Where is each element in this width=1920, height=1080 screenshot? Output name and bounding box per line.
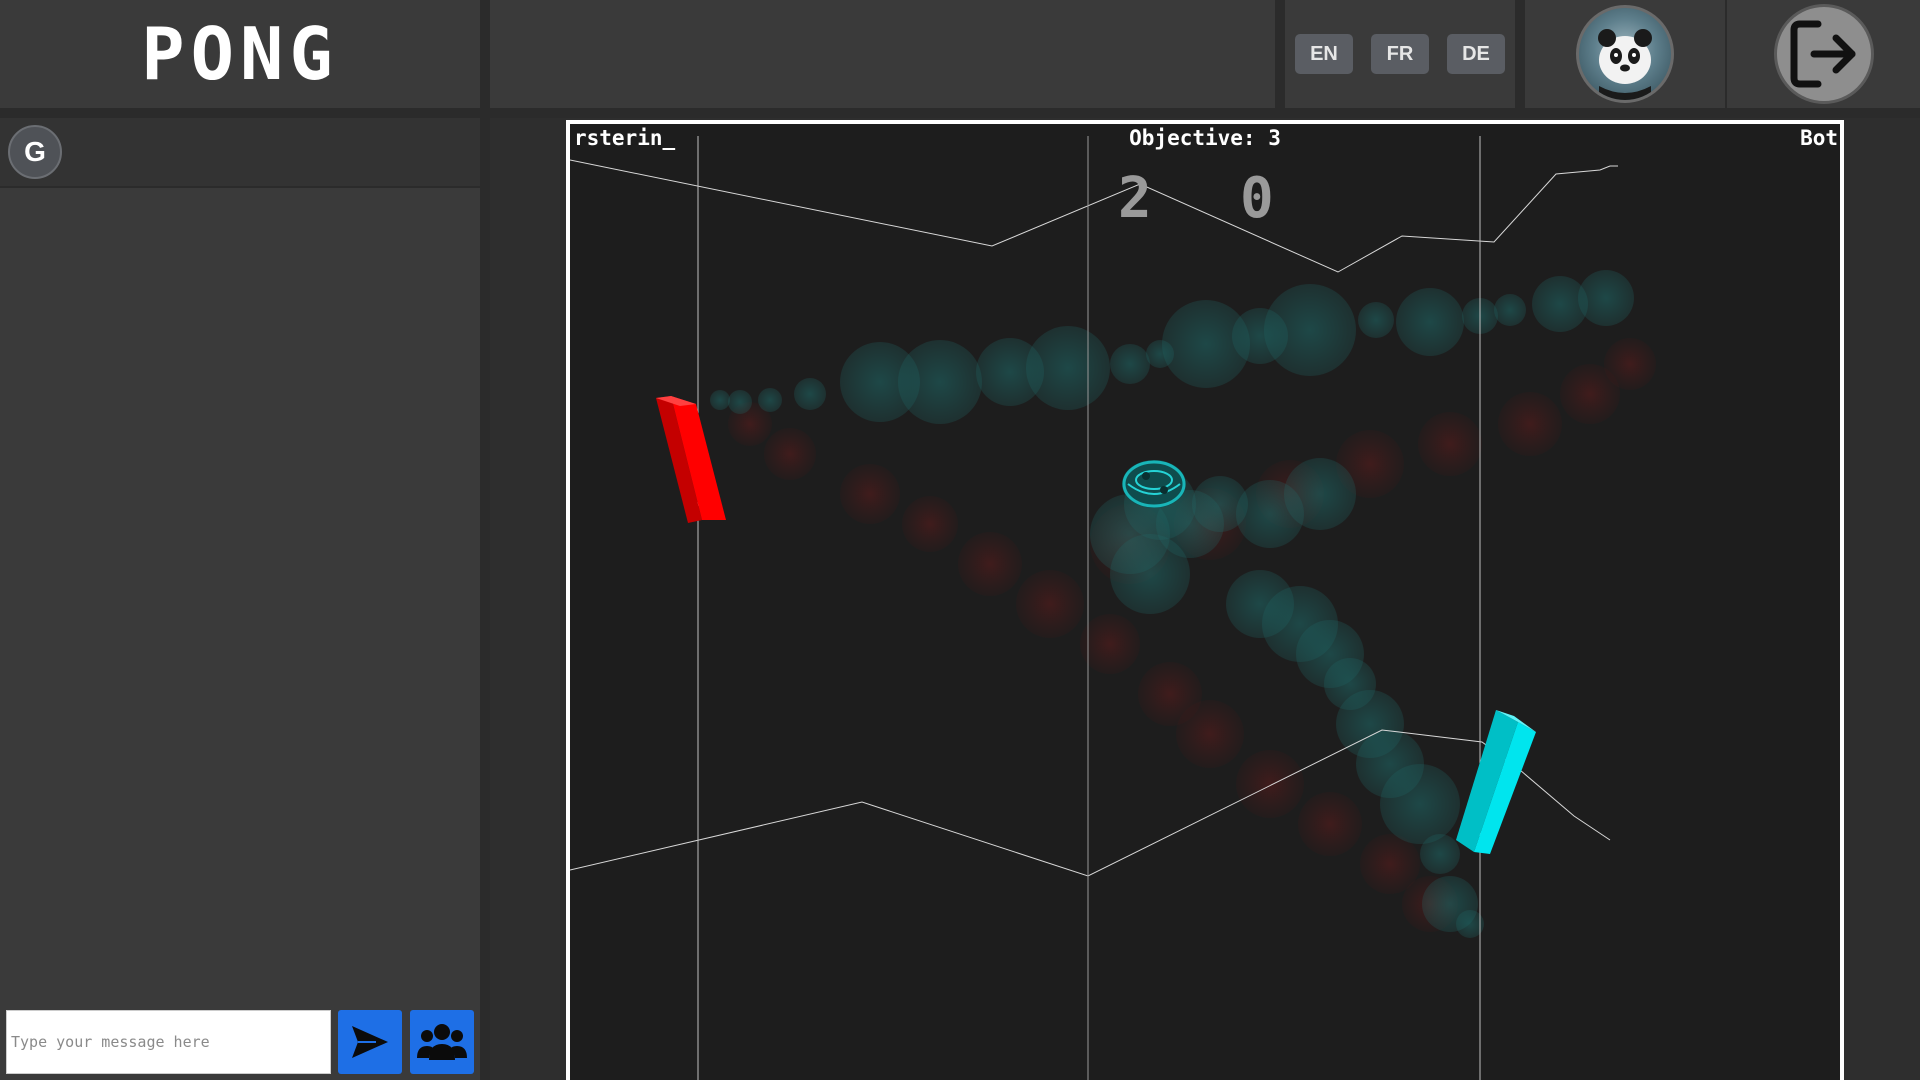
ball-trail-red bbox=[728, 338, 1656, 932]
game-scene bbox=[570, 136, 1656, 1080]
send-button[interactable] bbox=[338, 1010, 402, 1074]
app-logo[interactable]: PONG bbox=[141, 12, 338, 96]
game-canvas[interactable]: rsterin_ Objective: 3 Bot 2 0 bbox=[566, 120, 1844, 1080]
right-paddle bbox=[1456, 710, 1536, 854]
channel-avatar[interactable]: G bbox=[8, 125, 62, 179]
profile-container bbox=[1525, 0, 1725, 108]
lang-button-fr[interactable]: FR bbox=[1371, 34, 1429, 74]
language-selector: EN FR DE bbox=[1285, 0, 1515, 108]
player-right-name: Bot bbox=[1800, 126, 1838, 150]
score-right: 0 bbox=[1240, 166, 1274, 231]
top-bar-spacer bbox=[490, 0, 1275, 108]
top-bar: PONG EN FR DE bbox=[0, 0, 1920, 108]
lang-button-de[interactable]: DE bbox=[1447, 34, 1505, 74]
friends-icon bbox=[417, 1024, 467, 1060]
panda-avatar-icon[interactable] bbox=[1576, 5, 1674, 103]
friends-button[interactable] bbox=[410, 1010, 474, 1074]
game-ball bbox=[1122, 460, 1186, 508]
chat-sidebar: G bbox=[0, 118, 480, 1080]
score-left: 2 bbox=[1118, 166, 1152, 231]
objective-label: Objective: 3 bbox=[1129, 126, 1281, 150]
logout-icon bbox=[1790, 20, 1855, 88]
logout-button[interactable] bbox=[1773, 4, 1874, 104]
logo-container: PONG bbox=[0, 0, 480, 108]
left-paddle bbox=[656, 396, 726, 523]
channel-list: G bbox=[0, 118, 480, 188]
lang-button-en[interactable]: EN bbox=[1295, 34, 1353, 74]
send-icon bbox=[352, 1026, 388, 1058]
arena-lines bbox=[570, 136, 1618, 1080]
message-input[interactable] bbox=[6, 1010, 331, 1074]
logout-container bbox=[1727, 0, 1920, 108]
